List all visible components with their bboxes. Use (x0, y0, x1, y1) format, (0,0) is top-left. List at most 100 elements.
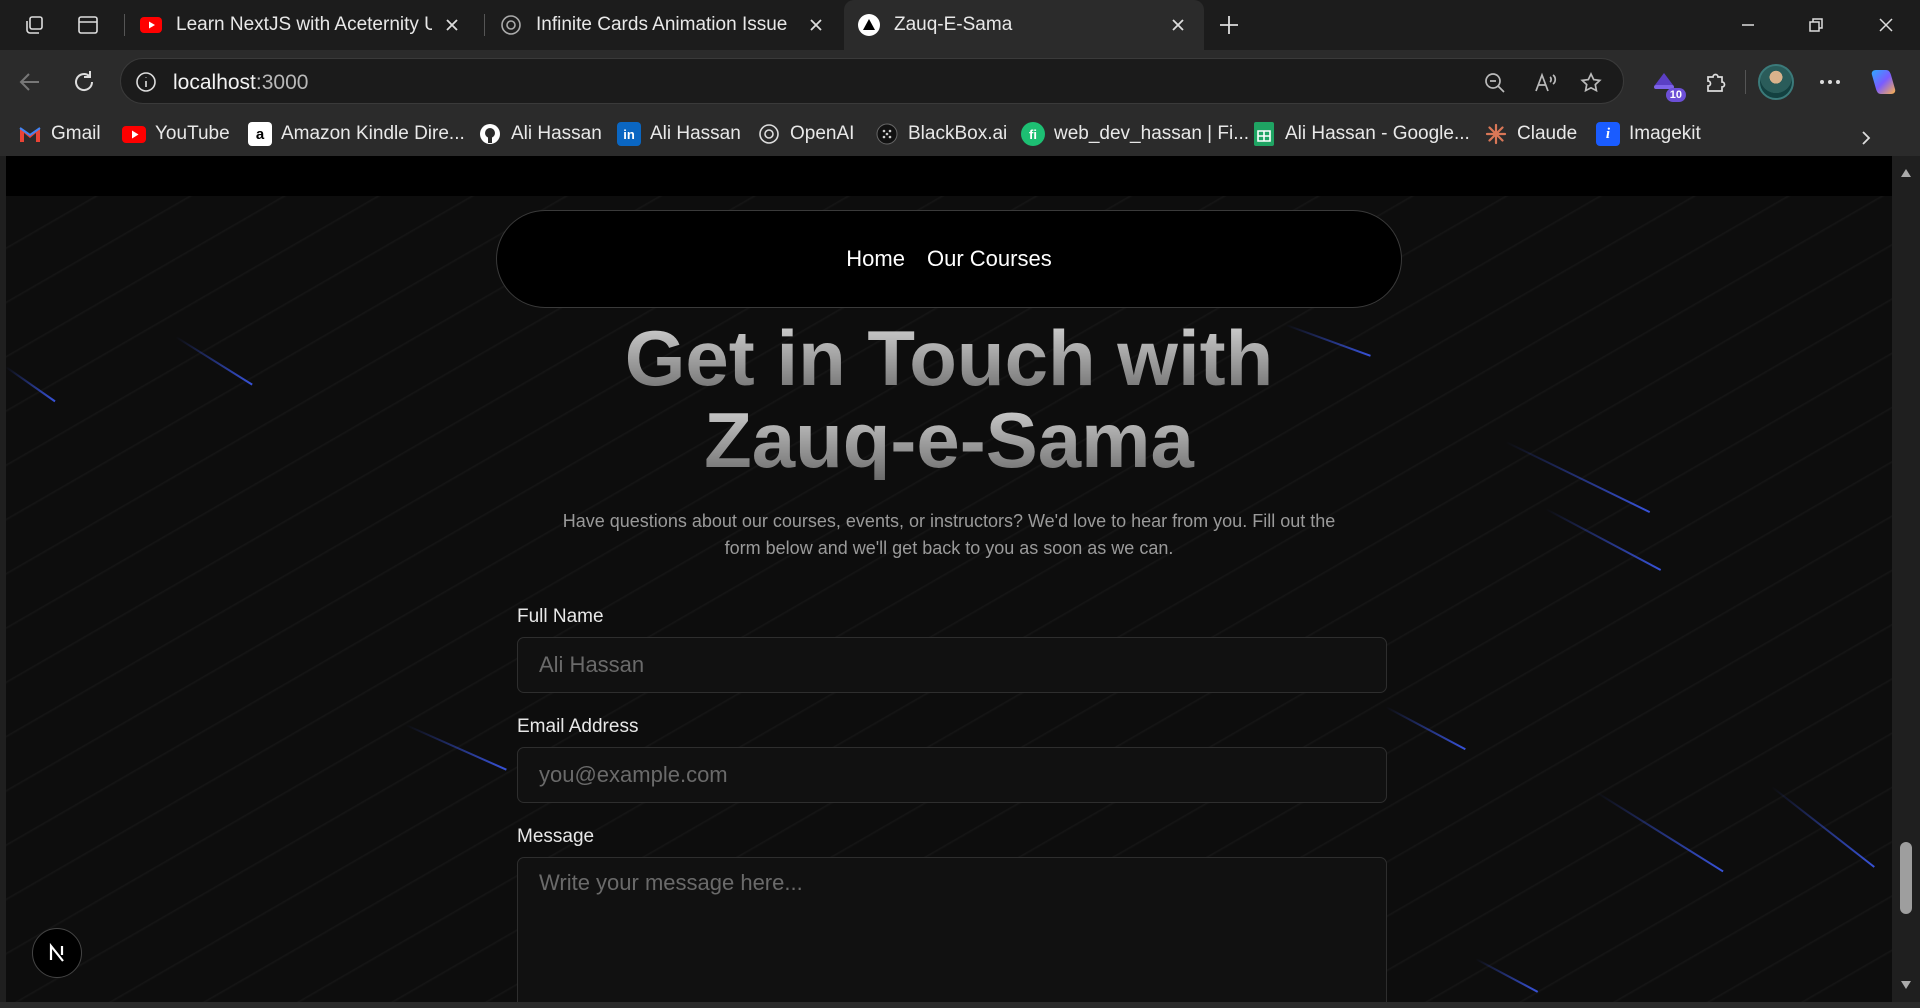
github-icon (478, 122, 502, 146)
read-aloud-icon[interactable] (1531, 69, 1559, 97)
page-scrollbar[interactable] (1892, 156, 1920, 1002)
copilot-icon (1871, 70, 1896, 94)
scroll-down-arrow-icon[interactable] (1899, 978, 1913, 992)
google-sheets-icon (1252, 122, 1276, 146)
workspaces-button[interactable] (18, 10, 50, 40)
email-input[interactable] (517, 747, 1387, 803)
page-top-band (6, 156, 1892, 196)
message-label: Message (517, 826, 595, 847)
window-bottom-edge (0, 1002, 1920, 1008)
bookmark-amazon-kindle[interactable]: a Amazon Kindle Dire... (248, 120, 465, 148)
message-textarea[interactable] (517, 857, 1387, 1002)
bookmark-label: BlackBox.ai (908, 123, 1008, 144)
bookmarks-overflow-button[interactable] (1852, 124, 1880, 152)
tab-learn-nextjs[interactable]: Learn NextJS with Aceternity UI lil (126, 0, 478, 50)
bookmark-fiverr[interactable]: fi web_dev_hassan | Fi... (1021, 120, 1249, 148)
top-navigation: Home Our Courses (496, 210, 1402, 308)
bookmark-linkedin[interactable]: in Ali Hassan (617, 120, 741, 148)
bookmark-openai[interactable]: OpenAI (757, 120, 854, 148)
vertical-tabs-icon (78, 16, 98, 34)
close-icon[interactable] (1166, 13, 1190, 37)
close-icon (1879, 18, 1893, 32)
claude-icon (1484, 122, 1508, 146)
fiverr-icon: fi (1021, 122, 1045, 146)
bookmark-label: Gmail (51, 123, 101, 144)
bookmark-claude[interactable]: Claude (1484, 120, 1577, 148)
address-bar[interactable]: localhost:3000 (120, 58, 1624, 104)
refresh-button[interactable] (66, 64, 102, 100)
chevron-right-icon (1862, 131, 1871, 145)
bookmarks-bar: Gmail YouTube a Amazon Kindle Dire... Al… (0, 112, 1920, 156)
hero-subtitle: Have questions about our courses, events… (562, 511, 1336, 558)
scrollbar-thumb[interactable] (1900, 842, 1912, 914)
refresh-icon (75, 71, 94, 91)
plus-icon (1220, 16, 1238, 34)
tab-title: Infinite Cards Animation Issue (536, 14, 788, 35)
favorite-star-icon[interactable] (1577, 69, 1605, 97)
extension-badge: 10 (1665, 88, 1686, 102)
zoom-out-icon[interactable] (1481, 69, 1509, 97)
bookmark-blackbox[interactable]: BlackBox.ai (875, 120, 1007, 148)
bookmark-label: Ali Hassan (511, 123, 602, 144)
bookmark-label: Ali Hassan (650, 123, 741, 144)
restore-icon (1809, 18, 1823, 32)
vercel-triangle-icon (858, 14, 880, 36)
tab-title: Learn NextJS with Aceternity UI lil (176, 14, 432, 35)
back-button[interactable] (12, 64, 48, 100)
hero-title-line-2: Zauq-e-Sama (6, 400, 1892, 480)
bookmark-gmail[interactable]: Gmail (18, 120, 101, 148)
bookmark-imagekit[interactable]: i Imagekit (1596, 120, 1701, 148)
bookmark-google-sheets[interactable]: Ali Hassan - Google... (1252, 120, 1470, 148)
site-info-icon[interactable] (133, 69, 159, 95)
tab-zauq-e-sama[interactable]: Zauq-E-Sama (844, 0, 1204, 50)
nav-link-home[interactable]: Home (846, 246, 905, 272)
bookmark-github[interactable]: Ali Hassan (478, 120, 602, 148)
close-icon[interactable] (440, 13, 464, 37)
restore-button[interactable] (1782, 0, 1850, 50)
amazon-icon: a (248, 122, 272, 146)
scroll-up-arrow-icon[interactable] (1899, 166, 1913, 180)
email-label: Email Address (517, 716, 639, 737)
openai-icon (500, 14, 522, 36)
extensions-button[interactable] (1698, 64, 1734, 100)
imagekit-icon: i (1596, 122, 1620, 146)
linkedin-icon: in (617, 122, 641, 146)
profile-button[interactable] (1758, 64, 1794, 100)
bookmark-label: OpenAI (790, 123, 855, 144)
youtube-icon (140, 14, 162, 36)
tab-infinite-cards[interactable]: Infinite Cards Animation Issue (486, 0, 842, 50)
nav-link-our-courses[interactable]: Our Courses (927, 246, 1052, 272)
openai-icon (757, 122, 781, 146)
workspaces-icon (26, 16, 43, 34)
tab-strip: Learn NextJS with Aceternity UI lil Infi… (0, 0, 1920, 50)
youtube-icon (122, 122, 146, 146)
url-port: :3000 (255, 71, 309, 94)
toolbar-divider (1745, 70, 1746, 94)
more-dots-icon (1820, 80, 1840, 84)
browser-toolbar: localhost:3000 10 (0, 50, 1920, 112)
minimize-button[interactable] (1714, 0, 1782, 50)
page-viewport: Home Our Courses Get in Touch with Zauq-… (6, 156, 1892, 1002)
puzzle-icon (1707, 73, 1726, 92)
bookmark-youtube[interactable]: YouTube (122, 120, 230, 148)
copilot-button[interactable] (1866, 64, 1902, 100)
blackbox-icon (875, 122, 899, 146)
bookmark-label: Imagekit (1629, 123, 1701, 144)
tab-actions-button[interactable] (72, 10, 104, 40)
close-icon[interactable] (804, 13, 828, 37)
more-menu-button[interactable] (1812, 64, 1848, 100)
nextjs-dev-indicator[interactable] (32, 928, 82, 978)
bookmark-label: Ali Hassan - Google... (1285, 123, 1470, 144)
full-name-input[interactable] (517, 637, 1387, 693)
close-window-button[interactable] (1852, 0, 1920, 50)
url-host: localhost (173, 71, 256, 94)
extension-button[interactable]: 10 (1646, 64, 1686, 102)
back-arrow-icon (19, 73, 39, 91)
bookmark-label: Claude (1517, 123, 1578, 144)
bookmark-label: Amazon Kindle Dire... (281, 123, 465, 144)
gmail-icon (18, 122, 42, 146)
avatar (1758, 64, 1794, 100)
new-tab-button[interactable] (1212, 10, 1246, 40)
nextjs-icon (49, 942, 64, 962)
bookmark-label: web_dev_hassan | Fi... (1054, 123, 1250, 144)
